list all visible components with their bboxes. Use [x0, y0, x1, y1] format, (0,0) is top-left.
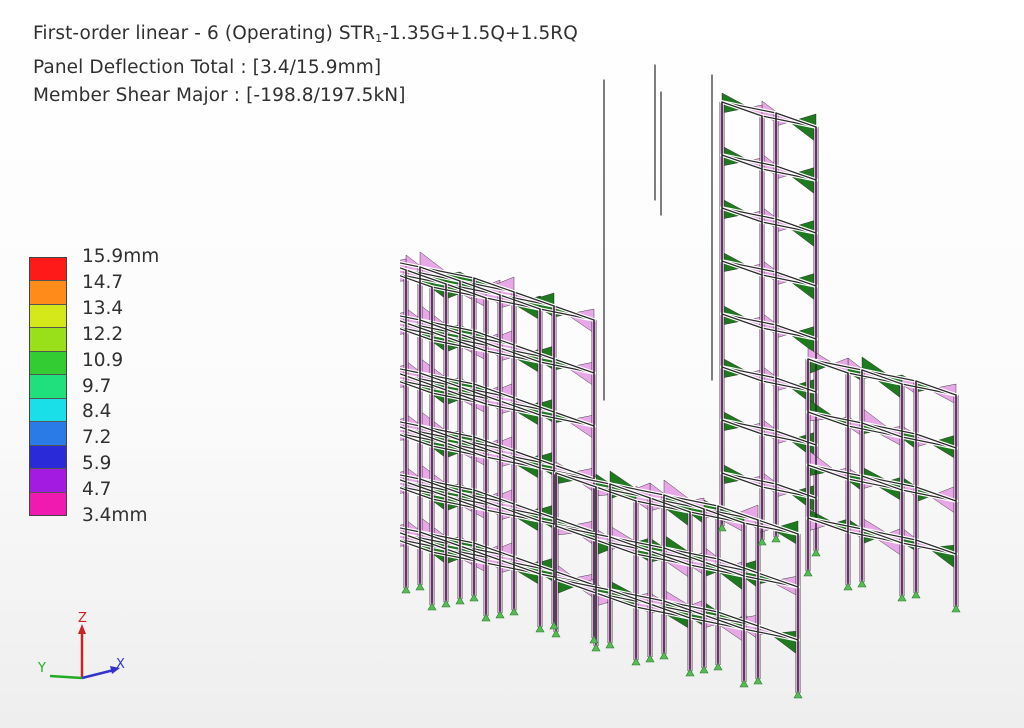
support-node — [401, 585, 411, 594]
legend-label: 12.2 — [82, 323, 124, 345]
legend-label: 9.7 — [82, 375, 112, 397]
legend-label: 15.9mm — [82, 246, 160, 267]
support-node — [415, 582, 425, 591]
support-node — [481, 613, 491, 622]
legend-label: 3.4mm — [82, 505, 148, 526]
legend-label: 5.9 — [82, 453, 112, 475]
structural-model-view[interactable] — [400, 55, 1024, 705]
legend-swatch — [30, 328, 66, 352]
support-node — [469, 593, 479, 602]
support-node — [803, 568, 813, 577]
y-axis-label: Y — [37, 661, 46, 676]
legend-label: 4.7 — [82, 479, 112, 501]
y-axis-line — [49, 674, 83, 680]
support-node — [495, 610, 505, 619]
legend-swatch — [30, 492, 66, 515]
legend-swatch — [30, 304, 66, 329]
legend-label: 10.9 — [82, 349, 124, 371]
support-node — [441, 599, 451, 608]
support-node — [699, 665, 709, 674]
z-axis-label: Z — [78, 611, 87, 626]
support-node — [857, 579, 867, 588]
support-node — [753, 676, 763, 685]
legend-swatch — [30, 281, 66, 305]
support-node — [811, 548, 821, 557]
support-node — [535, 624, 545, 633]
support-node — [645, 654, 655, 663]
support-node — [427, 602, 437, 611]
legend-label: 7.2 — [82, 427, 112, 449]
support-node — [911, 590, 921, 599]
support-node — [591, 643, 601, 652]
legend-swatch — [30, 469, 66, 493]
support-node — [631, 657, 641, 666]
legend-swatch — [30, 398, 66, 423]
legend-label: 14.7 — [82, 271, 124, 293]
legend-label: 8.4 — [82, 401, 112, 423]
support-node — [771, 534, 781, 543]
legend-swatch — [30, 445, 66, 470]
support-node — [605, 640, 615, 649]
x-axis-label: X — [116, 657, 125, 672]
support-node — [951, 604, 961, 613]
legend-swatch — [30, 351, 66, 376]
legend-swatch — [30, 422, 66, 446]
support-node — [551, 629, 561, 638]
legend-swatch — [30, 258, 66, 282]
support-node — [685, 668, 695, 677]
x-axis-line — [81, 668, 115, 680]
legend-swatch — [30, 375, 66, 399]
legend-color-scale — [29, 257, 67, 516]
support-node — [659, 651, 669, 660]
support-node — [713, 662, 723, 671]
support-node — [739, 679, 749, 688]
support-node — [455, 596, 465, 605]
legend-label: 13.4 — [82, 297, 124, 319]
load-combination-title: First-order linear - 6 (Operating) STR1-… — [33, 23, 578, 45]
support-node — [793, 690, 803, 699]
axis-triad: Z X Y — [37, 611, 125, 680]
support-node — [509, 607, 519, 616]
support-node — [843, 582, 853, 591]
support-node — [897, 593, 907, 602]
